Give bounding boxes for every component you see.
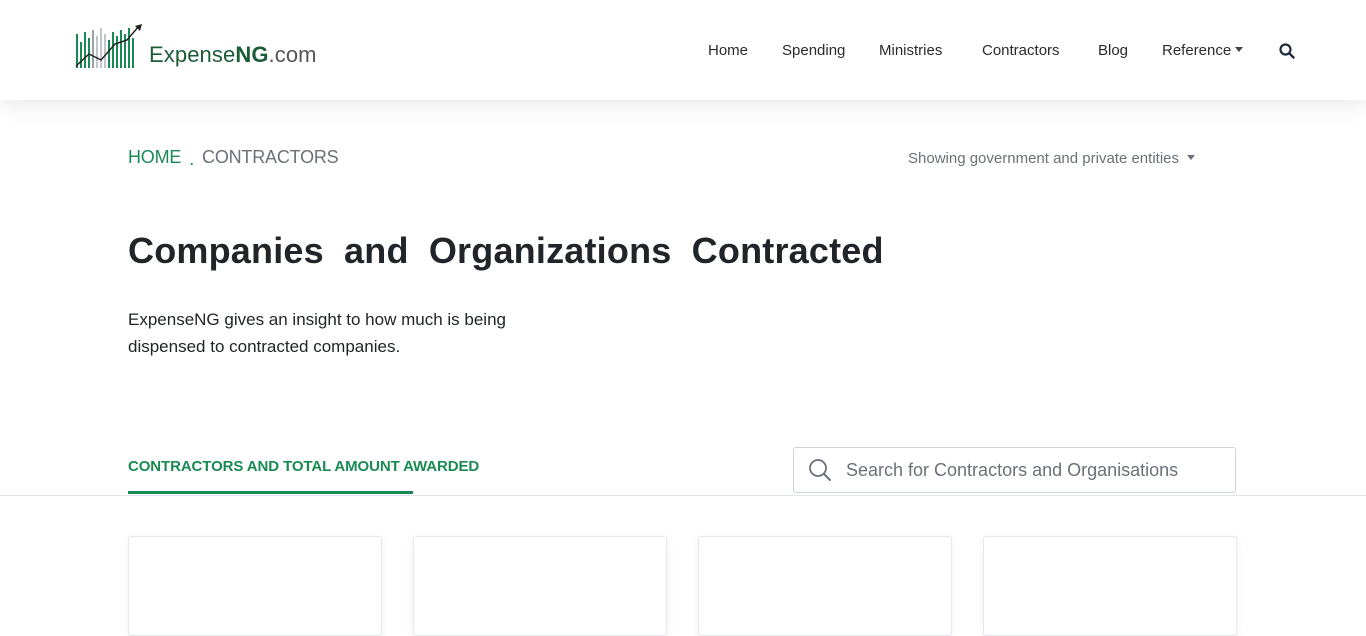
nav-blog[interactable]: Blog — [1098, 42, 1128, 59]
logo-wordmark: ExpenseNG.com — [149, 42, 317, 70]
contractor-search-input[interactable] — [844, 458, 1208, 482]
site-logo[interactable]: ExpenseNG.com — [75, 22, 317, 70]
caret-down-icon — [1187, 154, 1195, 160]
contractor-card[interactable] — [983, 536, 1237, 636]
breadcrumb-home[interactable]: HOME — [128, 147, 181, 168]
logo-text-expense: Expense — [149, 42, 236, 67]
contractor-search-box — [793, 447, 1236, 493]
nav-home[interactable]: Home — [708, 42, 748, 59]
breadcrumb-current: CONTRACTORS — [202, 147, 339, 167]
contractor-card[interactable] — [413, 536, 667, 636]
site-header: ExpenseNG.com Home Spending Ministries C… — [0, 0, 1366, 100]
logo-chart-icon — [75, 24, 142, 68]
breadcrumb: HOME . CONTRACTORS — [128, 147, 339, 169]
page-title: Companies and Organizations Contracted — [128, 230, 884, 271]
nav-ministries[interactable]: Ministries — [879, 42, 942, 59]
nav-spending[interactable]: Spending — [782, 42, 845, 59]
page-description: ExpenseNG gives an insight to how much i… — [128, 310, 506, 356]
nav-reference-dropdown[interactable]: Reference — [1162, 42, 1244, 59]
breadcrumb-separator: . — [189, 149, 195, 169]
logo-text-domain: .com — [268, 42, 317, 67]
caret-down-icon — [1235, 46, 1244, 52]
entity-filter-dropdown[interactable]: Showing government and private entities — [908, 150, 1195, 167]
search-icon[interactable] — [1279, 43, 1295, 59]
contractor-card[interactable] — [698, 536, 952, 636]
tab-contractors-total-amount[interactable]: CONTRACTORS AND TOTAL AMOUNT AWARDED — [128, 458, 479, 475]
entity-filter-label: Showing government and private entities — [908, 150, 1179, 167]
nav-contractors[interactable]: Contractors — [982, 42, 1060, 59]
search-icon — [808, 458, 832, 482]
tab-divider — [0, 495, 1366, 496]
active-tab-indicator — [128, 491, 413, 494]
contractor-card[interactable] — [128, 536, 382, 636]
logo-text-ng: NG — [235, 42, 269, 67]
nav-reference-label: Reference — [1162, 42, 1232, 59]
